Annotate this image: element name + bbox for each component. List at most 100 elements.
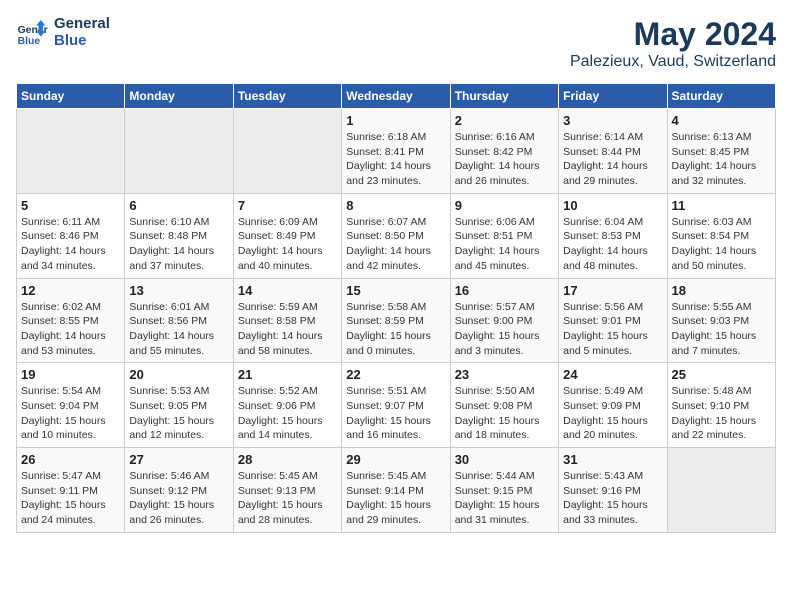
calendar-cell [233,109,341,194]
day-content: Sunrise: 5:53 AM Sunset: 9:05 PM Dayligh… [129,384,228,443]
day-content: Sunrise: 6:16 AM Sunset: 8:42 PM Dayligh… [455,130,554,189]
day-content: Sunrise: 5:54 AM Sunset: 9:04 PM Dayligh… [21,384,120,443]
day-content: Sunrise: 6:03 AM Sunset: 8:54 PM Dayligh… [672,215,771,274]
calendar-cell: 8 Sunrise: 6:07 AM Sunset: 8:50 PM Daylig… [342,193,450,278]
calendar-cell: 16 Sunrise: 5:57 AM Sunset: 9:00 PM Dayli… [450,278,558,363]
day-content: Sunrise: 6:13 AM Sunset: 8:45 PM Dayligh… [672,130,771,189]
day-number: 14 [238,283,337,298]
day-number: 20 [129,367,228,382]
day-header-friday: Friday [559,84,667,109]
day-number: 10 [563,198,662,213]
day-header-saturday: Saturday [667,84,775,109]
day-content: Sunrise: 5:47 AM Sunset: 9:11 PM Dayligh… [21,469,120,528]
calendar-cell: 10 Sunrise: 6:04 AM Sunset: 8:53 PM Dayli… [559,193,667,278]
calendar-cell: 30 Sunrise: 5:44 AM Sunset: 9:15 PM Dayli… [450,448,558,533]
calendar-cell: 11 Sunrise: 6:03 AM Sunset: 8:54 PM Dayli… [667,193,775,278]
calendar-week-row: 12 Sunrise: 6:02 AM Sunset: 8:55 PM Dayli… [17,278,776,363]
day-number: 8 [346,198,445,213]
calendar-cell: 5Sunrise: 6:11 AM Sunset: 8:46 PM Daylig… [17,193,125,278]
day-content: Sunrise: 6:01 AM Sunset: 8:56 PM Dayligh… [129,300,228,359]
day-content: Sunrise: 5:55 AM Sunset: 9:03 PM Dayligh… [672,300,771,359]
day-number: 1 [346,113,445,128]
day-number: 25 [672,367,771,382]
day-number: 5 [21,198,120,213]
calendar-cell: 25 Sunrise: 5:48 AM Sunset: 9:10 PM Dayli… [667,363,775,448]
day-content: Sunrise: 5:57 AM Sunset: 9:00 PM Dayligh… [455,300,554,359]
page-header: General Blue General Blue May 2024 Palez… [16,16,776,71]
calendar-cell: 6Sunrise: 6:10 AM Sunset: 8:48 PM Daylig… [125,193,233,278]
day-content: Sunrise: 5:45 AM Sunset: 9:13 PM Dayligh… [238,469,337,528]
day-number: 21 [238,367,337,382]
day-content: Sunrise: 6:14 AM Sunset: 8:44 PM Dayligh… [563,130,662,189]
day-number: 15 [346,283,445,298]
calendar-cell: 28Sunrise: 5:45 AM Sunset: 9:13 PM Dayli… [233,448,341,533]
calendar-cell: 26 Sunrise: 5:47 AM Sunset: 9:11 PM Dayli… [17,448,125,533]
calendar-cell [125,109,233,194]
calendar-cell: 19 Sunrise: 5:54 AM Sunset: 9:04 PM Dayli… [17,363,125,448]
day-content: Sunrise: 5:48 AM Sunset: 9:10 PM Dayligh… [672,384,771,443]
day-number: 23 [455,367,554,382]
calendar-cell: 31 Sunrise: 5:43 AM Sunset: 9:16 PM Dayli… [559,448,667,533]
day-content: Sunrise: 6:07 AM Sunset: 8:50 PM Dayligh… [346,215,445,274]
svg-text:General: General [18,25,48,36]
calendar-cell: 9 Sunrise: 6:06 AM Sunset: 8:51 PM Daylig… [450,193,558,278]
day-content: Sunrise: 5:51 AM Sunset: 9:07 PM Dayligh… [346,384,445,443]
calendar-cell: 14 Sunrise: 5:59 AM Sunset: 8:58 PM Dayli… [233,278,341,363]
month-year-title: May 2024 [570,16,776,53]
calendar-cell: 23 Sunrise: 5:50 AM Sunset: 9:08 PM Dayli… [450,363,558,448]
day-number: 16 [455,283,554,298]
day-number: 12 [21,283,120,298]
day-content: Sunrise: 6:09 AM Sunset: 8:49 PM Dayligh… [238,215,337,274]
calendar-cell: 24Sunrise: 5:49 AM Sunset: 9:09 PM Dayli… [559,363,667,448]
calendar-week-row: 1Sunrise: 6:18 AM Sunset: 8:41 PM Daylig… [17,109,776,194]
svg-text:Blue: Blue [18,36,41,47]
title-block: May 2024 Palezieux, Vaud, Switzerland [570,16,776,71]
day-content: Sunrise: 6:04 AM Sunset: 8:53 PM Dayligh… [563,215,662,274]
day-number: 7 [238,198,337,213]
calendar-cell [17,109,125,194]
day-content: Sunrise: 6:06 AM Sunset: 8:51 PM Dayligh… [455,215,554,274]
day-content: Sunrise: 5:43 AM Sunset: 9:16 PM Dayligh… [563,469,662,528]
calendar-header-row: SundayMondayTuesdayWednesdayThursdayFrid… [17,84,776,109]
day-number: 9 [455,198,554,213]
day-content: Sunrise: 5:44 AM Sunset: 9:15 PM Dayligh… [455,469,554,528]
day-header-wednesday: Wednesday [342,84,450,109]
day-number: 11 [672,198,771,213]
calendar-cell: 15Sunrise: 5:58 AM Sunset: 8:59 PM Dayli… [342,278,450,363]
day-content: Sunrise: 5:45 AM Sunset: 9:14 PM Dayligh… [346,469,445,528]
calendar-cell: 20 Sunrise: 5:53 AM Sunset: 9:05 PM Dayli… [125,363,233,448]
day-number: 31 [563,452,662,467]
calendar-cell: 18 Sunrise: 5:55 AM Sunset: 9:03 PM Dayli… [667,278,775,363]
day-content: Sunrise: 6:02 AM Sunset: 8:55 PM Dayligh… [21,300,120,359]
day-content: Sunrise: 5:52 AM Sunset: 9:06 PM Dayligh… [238,384,337,443]
calendar-cell: 2 Sunrise: 6:16 AM Sunset: 8:42 PM Daylig… [450,109,558,194]
calendar-week-row: 5Sunrise: 6:11 AM Sunset: 8:46 PM Daylig… [17,193,776,278]
calendar-cell: 22Sunrise: 5:51 AM Sunset: 9:07 PM Dayli… [342,363,450,448]
logo-line2: Blue [54,33,110,50]
day-content: Sunrise: 5:59 AM Sunset: 8:58 PM Dayligh… [238,300,337,359]
day-number: 3 [563,113,662,128]
day-number: 13 [129,283,228,298]
day-number: 30 [455,452,554,467]
day-number: 27 [129,452,228,467]
day-header-tuesday: Tuesday [233,84,341,109]
logo: General Blue General Blue [16,16,110,49]
calendar-cell: 12 Sunrise: 6:02 AM Sunset: 8:55 PM Dayli… [17,278,125,363]
calendar-cell [667,448,775,533]
day-number: 19 [21,367,120,382]
calendar-week-row: 26 Sunrise: 5:47 AM Sunset: 9:11 PM Dayli… [17,448,776,533]
calendar-cell: 1Sunrise: 6:18 AM Sunset: 8:41 PM Daylig… [342,109,450,194]
day-number: 24 [563,367,662,382]
day-content: Sunrise: 5:46 AM Sunset: 9:12 PM Dayligh… [129,469,228,528]
day-content: Sunrise: 5:50 AM Sunset: 9:08 PM Dayligh… [455,384,554,443]
calendar-cell: 3 Sunrise: 6:14 AM Sunset: 8:44 PM Daylig… [559,109,667,194]
calendar-cell: 7 Sunrise: 6:09 AM Sunset: 8:49 PM Daylig… [233,193,341,278]
calendar-cell: 29Sunrise: 5:45 AM Sunset: 9:14 PM Dayli… [342,448,450,533]
day-number: 2 [455,113,554,128]
day-number: 17 [563,283,662,298]
calendar-cell: 4Sunrise: 6:13 AM Sunset: 8:45 PM Daylig… [667,109,775,194]
day-number: 18 [672,283,771,298]
day-header-thursday: Thursday [450,84,558,109]
day-header-monday: Monday [125,84,233,109]
day-number: 26 [21,452,120,467]
